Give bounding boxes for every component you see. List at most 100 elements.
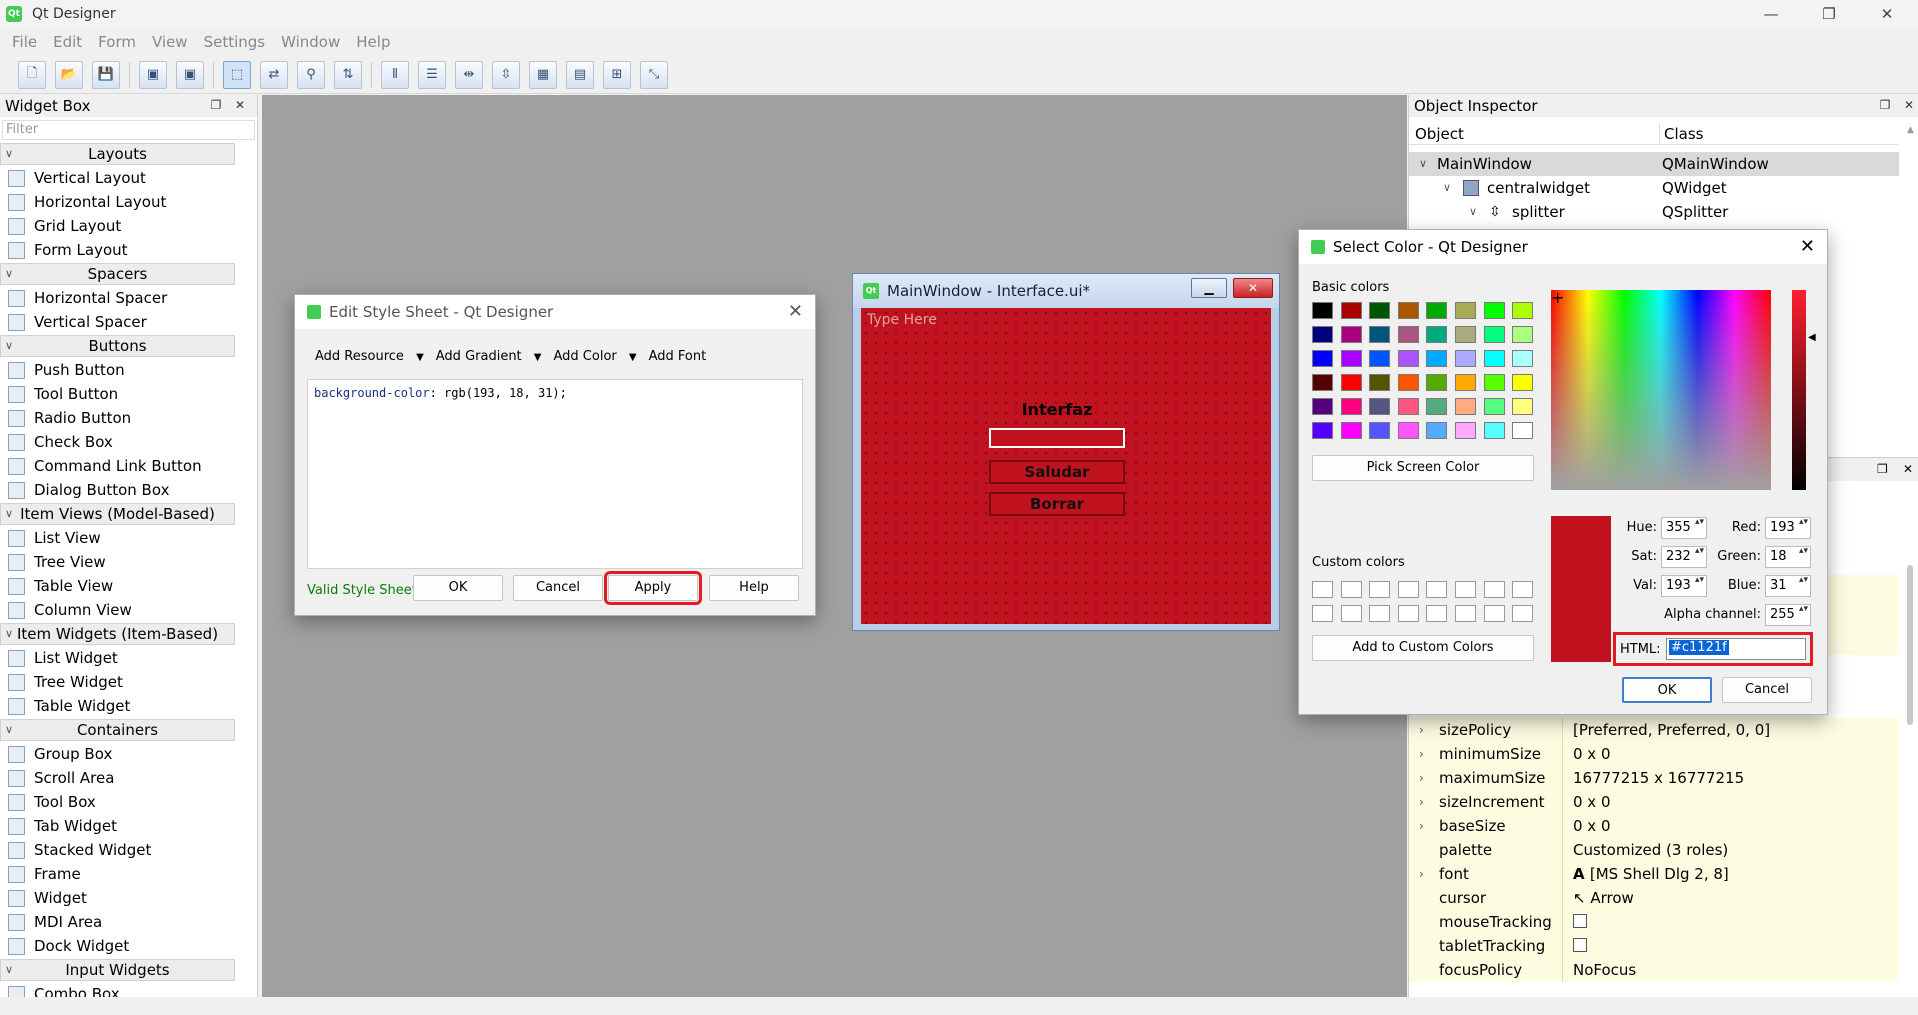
property-value[interactable]: ↖ Arrow <box>1562 886 1898 910</box>
basic-color-swatch[interactable] <box>1369 398 1391 415</box>
basic-color-swatch[interactable] <box>1426 350 1448 367</box>
basic-color-swatch[interactable] <box>1312 326 1333 343</box>
basic-color-swatch[interactable] <box>1369 302 1391 319</box>
basic-color-swatch[interactable] <box>1312 422 1333 439</box>
widget-item-dialog-button-box[interactable]: Dialog Button Box <box>0 478 257 502</box>
basic-color-swatch[interactable] <box>1312 302 1333 319</box>
close-icon[interactable]: ✕ <box>1901 97 1917 113</box>
basic-color-swatch[interactable] <box>1340 422 1362 439</box>
widget-filter-input[interactable]: Filter <box>2 120 255 140</box>
class-column-header[interactable]: Class <box>1659 123 1703 145</box>
chevron-down-icon[interactable]: ∨ <box>5 144 13 164</box>
basic-color-swatch[interactable] <box>1397 398 1419 415</box>
category-item-views-model-based[interactable]: ∨ Item Views (Model-Based) <box>0 503 235 525</box>
widget-item-list-widget[interactable]: List Widget <box>0 646 257 670</box>
custom-color-swatch[interactable] <box>1312 581 1333 598</box>
basic-color-swatch[interactable] <box>1369 326 1391 343</box>
menu-type-here[interactable]: Type Here <box>867 312 937 328</box>
widget-item-command-link-button[interactable]: Command Link Button <box>0 454 257 478</box>
widget-item-stacked-widget[interactable]: Stacked Widget <box>0 838 257 862</box>
chevron-right-icon[interactable]: › <box>1419 814 1424 838</box>
vertical-splitter-icon[interactable]: ⇳ <box>492 60 520 89</box>
widget-item-tree-view[interactable]: Tree View <box>0 550 257 574</box>
basic-color-swatch[interactable] <box>1426 326 1448 343</box>
widget-item-scroll-area[interactable]: Scroll Area <box>0 766 257 790</box>
category-layouts[interactable]: ∨ Layouts <box>0 143 235 165</box>
chevron-right-icon[interactable]: › <box>1419 862 1424 886</box>
open-folder-icon[interactable]: 📂 <box>55 60 83 89</box>
property-value[interactable]: Customized (3 roles) <box>1562 838 1898 862</box>
custom-color-swatch[interactable] <box>1512 581 1534 598</box>
category-containers[interactable]: ∨ Containers <box>0 719 235 741</box>
chevron-down-icon[interactable]: ∨ <box>5 720 13 740</box>
basic-color-swatch[interactable] <box>1312 374 1333 391</box>
cancel-button[interactable]: Cancel <box>513 575 603 601</box>
add-font-menu[interactable]: Add Font <box>649 349 707 364</box>
chevron-down-icon[interactable]: ∨ <box>1469 200 1477 224</box>
edit-widgets-icon[interactable]: ⬚ <box>223 60 251 89</box>
menu-edit[interactable]: Edit <box>45 33 90 51</box>
html-input[interactable]: #c1121f <box>1666 638 1806 660</box>
property-scrollbar[interactable] <box>1907 565 1913 725</box>
custom-color-swatch[interactable] <box>1397 581 1419 598</box>
tree-row-centralwidget[interactable]: ∨ centralwidget QWidget <box>1409 176 1899 200</box>
custom-color-swatch[interactable] <box>1369 581 1391 598</box>
tree-row-mainwindow[interactable]: ∨ MainWindow QMainWindow <box>1409 152 1899 176</box>
chevron-down-icon[interactable]: ∨ <box>5 624 13 644</box>
borrar-button[interactable]: Borrar <box>989 492 1125 516</box>
float-icon[interactable]: ❐ <box>1877 97 1893 113</box>
chevron-right-icon[interactable]: › <box>1419 718 1424 742</box>
color-ok-button[interactable]: OK <box>1622 677 1712 703</box>
basic-color-swatch[interactable] <box>1369 350 1391 367</box>
menu-form[interactable]: Form <box>90 33 144 51</box>
chevron-down-icon[interactable]: ∨ <box>5 960 13 980</box>
custom-color-swatch[interactable] <box>1512 605 1534 622</box>
basic-color-swatch[interactable] <box>1397 422 1419 439</box>
chevron-down-icon[interactable]: ∨ <box>1443 176 1451 200</box>
property-row-minimumsize[interactable]: › minimumSize 0 x 0 <box>1409 742 1899 766</box>
basic-color-swatch[interactable] <box>1397 326 1419 343</box>
basic-color-swatch[interactable] <box>1483 398 1505 415</box>
close-icon[interactable]: ✕ <box>1800 236 1815 257</box>
widget-item-check-box[interactable]: Check Box <box>0 430 257 454</box>
widget-item-tab-widget[interactable]: Tab Widget <box>0 814 257 838</box>
widget-item-tool-button[interactable]: Tool Button <box>0 382 257 406</box>
inspector-scrollbar[interactable]: ▲ <box>1907 125 1917 445</box>
custom-color-swatch[interactable] <box>1426 581 1448 598</box>
menu-window[interactable]: Window <box>273 33 348 51</box>
basic-color-swatch[interactable] <box>1426 422 1448 439</box>
basic-color-swatch[interactable] <box>1455 374 1476 391</box>
basic-color-swatch[interactable] <box>1426 302 1448 319</box>
chevron-down-icon[interactable]: ∨ <box>5 504 13 524</box>
basic-color-swatch[interactable] <box>1369 422 1391 439</box>
basic-color-swatch[interactable] <box>1312 398 1333 415</box>
widget-item-frame[interactable]: Frame <box>0 862 257 886</box>
close-icon[interactable]: ✕ <box>1903 462 1913 476</box>
category-buttons[interactable]: ∨ Buttons <box>0 335 235 357</box>
basic-color-swatch[interactable] <box>1455 398 1476 415</box>
property-value[interactable]: NoFocus <box>1562 958 1898 982</box>
break-layout-icon[interactable]: ⊞ <box>603 60 631 89</box>
form-layout-icon[interactable]: ▤ <box>566 60 594 89</box>
property-row-mousetracking[interactable]: mouseTracking <box>1409 910 1899 934</box>
property-row-focuspolicy[interactable]: focusPolicy NoFocus <box>1409 958 1899 982</box>
add-to-custom-colors-button[interactable]: Add to Custom Colors <box>1312 635 1534 661</box>
chevron-down-icon[interactable]: ∨ <box>1419 152 1427 176</box>
color-cancel-button[interactable]: Cancel <box>1722 677 1812 703</box>
basic-color-swatch[interactable] <box>1340 302 1362 319</box>
widget-item-group-box[interactable]: Group Box <box>0 742 257 766</box>
edit-tab-order-icon[interactable]: ⇅ <box>334 60 362 89</box>
alpha-spinbox[interactable]: 255 <box>1765 604 1811 626</box>
basic-color-swatch[interactable] <box>1397 302 1419 319</box>
widget-item-widget[interactable]: Widget <box>0 886 257 910</box>
tree-row-splitter[interactable]: ∨ ⇳ splitter QSplitter <box>1409 200 1899 224</box>
checkbox[interactable] <box>1573 938 1587 952</box>
bring-to-front-icon[interactable]: ▣ <box>176 60 204 89</box>
sat-spinbox[interactable]: 232 <box>1661 546 1707 568</box>
add-gradient-menu[interactable]: Add Gradient ▼ <box>436 349 542 364</box>
widget-item-vertical-layout[interactable]: Vertical Layout <box>0 166 257 190</box>
basic-color-swatch[interactable] <box>1426 374 1448 391</box>
property-value[interactable]: 16777215 x 16777215 <box>1562 766 1898 790</box>
widget-item-vertical-spacer[interactable]: Vertical Spacer <box>0 310 257 334</box>
property-row-sizeincrement[interactable]: › sizeIncrement 0 x 0 <box>1409 790 1899 814</box>
